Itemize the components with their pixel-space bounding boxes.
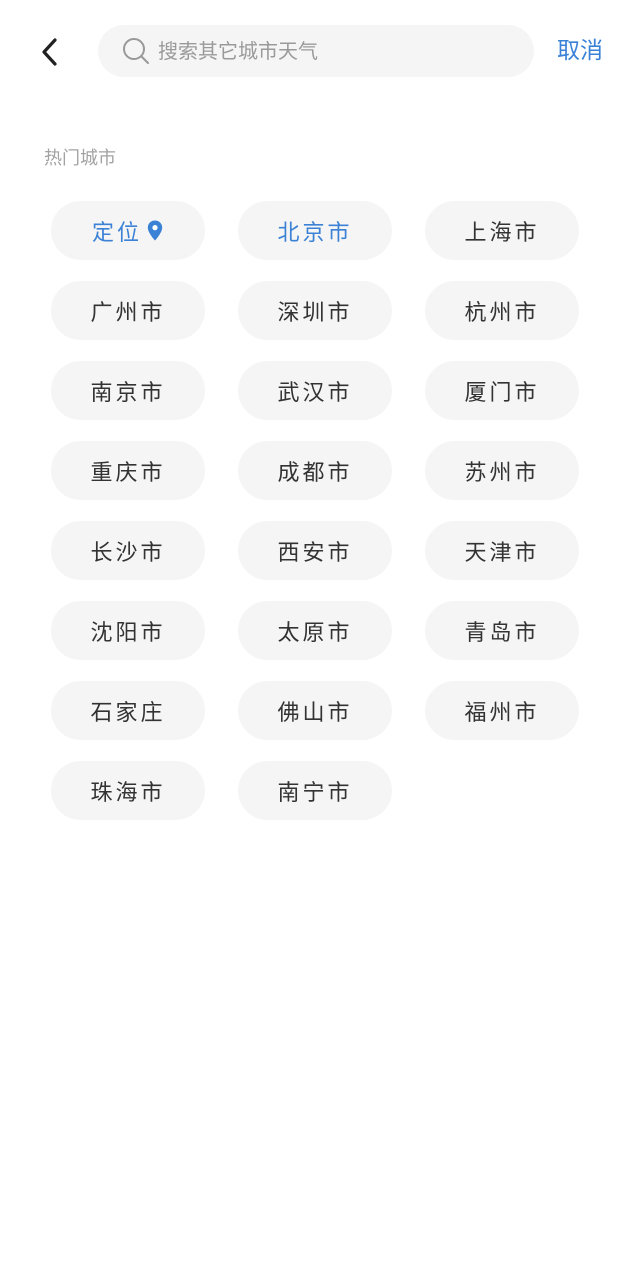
city-chip[interactable]: 上海市 [425,201,579,260]
city-chip[interactable]: 广州市 [51,281,205,340]
city-chip[interactable]: 天津市 [425,521,579,580]
city-chip[interactable]: 珠海市 [51,761,205,820]
city-chip[interactable]: 成都市 [238,441,392,500]
city-chip[interactable]: 北京市 [238,201,392,260]
chevron-left-icon [42,38,57,66]
search-icon [122,37,150,65]
city-chip[interactable]: 杭州市 [425,281,579,340]
city-chip[interactable]: 苏州市 [425,441,579,500]
hot-cities-title: 热门城市 [44,148,116,169]
city-chip[interactable]: 沈阳市 [51,601,205,660]
search-input[interactable] [158,31,508,71]
city-chip[interactable]: 太原市 [238,601,392,660]
city-chip[interactable]: 佛山市 [238,681,392,740]
city-chip[interactable]: 厦门市 [425,361,579,420]
city-chip[interactable]: 长沙市 [51,521,205,580]
city-chip[interactable]: 武汉市 [238,361,392,420]
back-button[interactable] [30,30,70,74]
city-chip[interactable]: 南宁市 [238,761,392,820]
city-chip[interactable]: 石家庄 [51,681,205,740]
locate-button[interactable]: 定位 [51,201,205,260]
search-box[interactable] [98,25,534,77]
city-chip[interactable]: 福州市 [425,681,579,740]
location-pin-icon [146,220,164,242]
city-chip[interactable]: 青岛市 [425,601,579,660]
city-chip[interactable]: 南京市 [51,361,205,420]
locate-label: 定位 [91,220,142,246]
city-search-page: 取消 热门城市 定位 北京市上海市广州市深圳市杭州市南京市武汉市厦门市重庆市成都… [0,0,630,1280]
city-chip[interactable]: 重庆市 [51,441,205,500]
city-chip[interactable]: 西安市 [238,521,392,580]
hot-cities-grid: 定位 北京市 上海市广州市 深圳市 杭州市南京市 武汉市 厦门市重庆市 成都市 苏州市长沙市西… [51,201,579,820]
top-bar: 取消 [0,0,630,100]
city-chip[interactable]: 深圳市 [238,281,392,340]
cancel-button[interactable]: 取消 [557,34,603,68]
